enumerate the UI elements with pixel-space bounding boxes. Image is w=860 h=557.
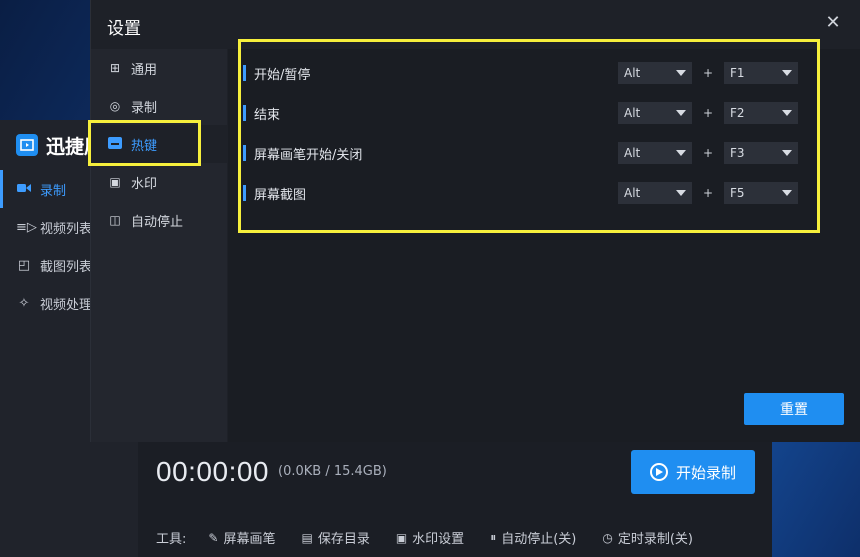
settings-tab-general[interactable]: ⊞ 通用 xyxy=(91,49,227,87)
app-logo-icon xyxy=(16,134,38,156)
settings-tab-label: 通用 xyxy=(131,62,158,78)
toolbar: 工具: ✎ 屏幕画笔 ▤ 保存目录 ▣ 水印设置 ⏸ 自动停止(关) ◷ 定时录… xyxy=(156,528,719,547)
tool-label: 定时录制(关) xyxy=(617,532,693,547)
settings-tab-watermark[interactable]: ▣ 水印 xyxy=(91,163,227,201)
close-icon[interactable]: ✕ xyxy=(824,14,842,32)
tool-label: 自动停止(关) xyxy=(501,532,577,547)
camera-icon xyxy=(16,182,32,197)
clock-icon: ◷ xyxy=(602,530,613,545)
tool-auto-stop[interactable]: ⏸ 自动停止(关) xyxy=(490,528,576,547)
pause-icon: ⏸ xyxy=(490,530,497,544)
reset-button[interactable]: 重置 xyxy=(744,393,844,425)
pause-icon: ◫ xyxy=(109,213,121,227)
tool-label: 屏幕画笔 xyxy=(223,532,276,547)
grid-icon: ⊞ xyxy=(109,61,121,75)
tool-label: 保存目录 xyxy=(317,532,370,547)
tool-save-directory[interactable]: ▤ 保存目录 xyxy=(301,528,370,548)
recorder-bar: 00:00:00 (0.0KB / 15.4GB) 开始录制 工具: ✎ 屏幕画… xyxy=(138,442,772,557)
highlight-box-hotkey-tab xyxy=(88,120,201,166)
watermark-icon: ▣ xyxy=(109,175,121,189)
record-timer: 00:00:00 xyxy=(156,456,269,487)
app-nav-label: 录制 xyxy=(40,183,67,199)
record-icon: ◎ xyxy=(109,99,121,113)
storage-size: (0.0KB / 15.4GB) xyxy=(278,464,387,479)
play-icon xyxy=(649,463,668,481)
pen-icon: ✎ xyxy=(208,530,219,545)
screenshot-list-icon: ◰ xyxy=(17,257,31,273)
settings-tab-label: 录制 xyxy=(131,100,158,116)
file-icon: ▤ xyxy=(301,530,313,545)
start-record-button[interactable]: 开始录制 xyxy=(631,450,755,494)
settings-tab-auto-stop[interactable]: ◫ 自动停止 xyxy=(91,201,227,239)
app-nav-label: 截图列表 xyxy=(40,259,93,275)
app-nav-label: 视频列表 xyxy=(40,221,93,237)
settings-tab-label: 水印 xyxy=(131,176,158,192)
settings-tab-label: 自动停止 xyxy=(131,214,184,230)
start-record-label: 开始录制 xyxy=(675,463,736,482)
app-nav-label: 视频处理 xyxy=(40,297,93,313)
tools-label: 工具: xyxy=(156,532,187,547)
dialog-title: 设置 xyxy=(107,19,141,39)
video-tools-icon: ✧ xyxy=(18,295,30,311)
tool-screen-pen[interactable]: ✎ 屏幕画笔 xyxy=(208,528,276,548)
watermark-icon: ▣ xyxy=(395,530,408,545)
highlight-box-hotkey-list xyxy=(238,39,820,233)
settings-sidebar: ⊞ 通用 ◎ 录制 热键 ▣ 水印 ◫ 自动停止 xyxy=(91,49,227,442)
tool-scheduled-record[interactable]: ◷ 定时录制(关) xyxy=(602,528,693,548)
tool-label: 水印设置 xyxy=(412,532,465,547)
video-list-icon: ≡▷ xyxy=(16,219,37,235)
tool-watermark[interactable]: ▣ 水印设置 xyxy=(395,528,465,548)
